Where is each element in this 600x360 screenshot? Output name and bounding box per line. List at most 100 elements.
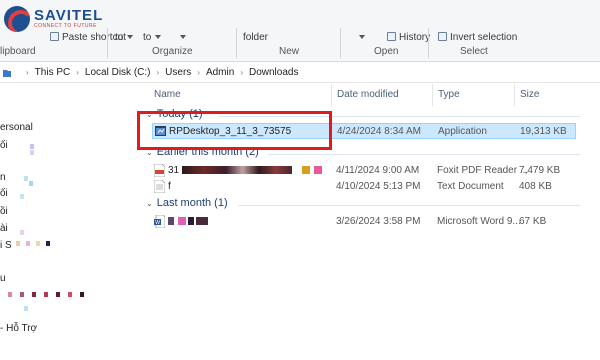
file-date: 4/11/2024 9:00 AM <box>336 165 420 176</box>
column-header-date[interactable]: Date modified <box>337 89 399 100</box>
redacted-pixel <box>16 241 20 246</box>
redacted-pixel <box>20 194 24 199</box>
move-to-label: to <box>115 32 124 43</box>
word-icon: W <box>154 215 165 228</box>
redacted-text <box>302 166 311 174</box>
redacted-pixel <box>80 292 84 297</box>
redacted-pixel <box>24 306 28 311</box>
redacted-pixel <box>56 292 60 297</box>
file-size: 67 KB <box>519 216 547 227</box>
chevron-down-icon <box>359 35 365 39</box>
redacted-text <box>182 166 293 174</box>
file-name-text: 31 <box>168 165 180 176</box>
chevron-down-icon <box>155 35 162 39</box>
file-row[interactable]: W 3/26/2024 3:58 PM Microsoft Word 9... … <box>152 214 576 230</box>
nav-item[interactable]: ồi <box>0 206 8 217</box>
chevron-down-icon <box>127 35 134 39</box>
organize-group-label: Organize <box>152 46 193 57</box>
invert-selection-button[interactable]: Invert selection <box>438 32 517 43</box>
redacted-text <box>314 166 323 174</box>
copy-to-button[interactable]: to <box>143 32 162 43</box>
nav-item[interactable]: ối <box>0 188 8 199</box>
redacted-pixel <box>29 181 33 186</box>
chevron-right-icon: › <box>197 68 200 77</box>
select-group-label: Select <box>460 46 488 57</box>
redacted-text <box>196 217 208 225</box>
nav-item[interactable]: ài <box>0 223 8 234</box>
group-title: Last month (1) <box>156 197 228 209</box>
file-type: Text Document <box>437 181 504 192</box>
ribbon-divider <box>107 28 108 58</box>
delete-dropdown[interactable] <box>176 32 186 43</box>
navigation-pane: ersonal ối n ối ồi ài i S u - Hỗ Trợ <box>0 84 130 360</box>
ribbon-divider <box>340 28 341 58</box>
history-button[interactable]: History <box>387 32 430 43</box>
chevron-right-icon: › <box>240 68 243 77</box>
redacted-pixel <box>44 292 48 297</box>
highlight-annotation-box <box>137 111 332 150</box>
move-to-button[interactable]: to <box>115 32 134 43</box>
nav-item[interactable]: n <box>0 172 6 183</box>
nav-item[interactable]: u <box>0 273 6 284</box>
history-label: History <box>399 32 431 43</box>
redacted-pixel <box>24 176 28 181</box>
chevron-right-icon: › <box>76 68 79 77</box>
file-size: 19,313 KB <box>520 126 567 137</box>
group-header-last-month[interactable]: ⌄ Last month (1) <box>146 197 228 209</box>
file-type: Foxit PDF Reader ... <box>437 165 529 176</box>
column-divider[interactable] <box>331 84 332 106</box>
redacted-text <box>188 217 194 225</box>
column-header-size[interactable]: Size <box>520 89 539 100</box>
nav-item-personal[interactable]: ersonal <box>0 122 33 133</box>
open-dropdown[interactable] <box>355 32 365 43</box>
redacted-pixel <box>20 230 24 235</box>
redacted-pixel <box>30 144 34 149</box>
file-type: Application <box>438 126 487 137</box>
chevron-right-icon: › <box>156 68 160 77</box>
savitel-logo-icon <box>4 6 30 32</box>
nav-item-ho-tro[interactable]: - Hỗ Trợ <box>0 323 37 334</box>
file-date: 4/24/2024 8:34 AM <box>337 126 421 137</box>
file-size: 7,479 KB <box>519 165 561 176</box>
column-header-type[interactable]: Type <box>438 89 460 100</box>
redacted-text <box>178 217 186 225</box>
file-type: Microsoft Word 9... <box>437 216 521 227</box>
redacted-pixel <box>32 292 36 297</box>
file-name <box>168 216 208 227</box>
file-size: 408 KB <box>519 181 552 192</box>
column-divider[interactable] <box>432 84 433 106</box>
redacted-pixel <box>26 241 30 246</box>
new-folder-button[interactable]: folder <box>243 32 268 43</box>
invert-selection-label: Invert selection <box>450 32 518 43</box>
file-date: 3/26/2024 3:58 PM <box>336 216 421 227</box>
breadcrumb-this-pc[interactable]: This PC <box>35 67 71 78</box>
svg-text:W: W <box>155 220 160 226</box>
nav-item[interactable]: ối <box>0 140 8 151</box>
logo-tagline: CONNECT TO FUTURE <box>34 23 97 29</box>
breadcrumb-users[interactable]: Users <box>165 67 191 78</box>
new-folder-label: folder <box>243 32 269 43</box>
breadcrumb-local-disk[interactable]: Local Disk (C:) <box>85 67 151 78</box>
chevron-right-icon: › <box>26 68 29 77</box>
redacted-pixel <box>46 241 50 246</box>
redacted-pixel <box>68 292 72 297</box>
savitel-logo: SAVITEL CONNECT TO FUTURE <box>4 4 103 34</box>
address-bar[interactable]: › This PC › Local Disk (C:) › Users › Ad… <box>0 63 600 83</box>
redacted-pixel <box>20 292 24 297</box>
file-row[interactable]: f 4/10/2024 5:13 PM Text Document 408 KB <box>152 179 576 195</box>
nav-item[interactable]: i S <box>0 240 12 251</box>
column-divider[interactable] <box>514 84 515 106</box>
chevron-down-icon <box>180 35 186 39</box>
open-group-label: Open <box>374 46 399 57</box>
file-row[interactable]: 31 4/11/2024 9:00 AM Foxit PDF Reader ..… <box>152 163 576 179</box>
file-date: 4/10/2024 5:13 PM <box>336 181 421 192</box>
clipboard-group-label: lipboard <box>0 46 36 57</box>
group-divider <box>238 205 580 206</box>
column-header-name[interactable]: Name <box>154 89 181 100</box>
breadcrumb-downloads[interactable]: Downloads <box>249 67 298 78</box>
breadcrumb-admin[interactable]: Admin <box>206 67 234 78</box>
copy-to-label: to <box>143 32 152 43</box>
invert-selection-icon <box>438 32 447 41</box>
redacted-pixel <box>36 241 40 246</box>
redacted-pixel <box>8 292 12 297</box>
